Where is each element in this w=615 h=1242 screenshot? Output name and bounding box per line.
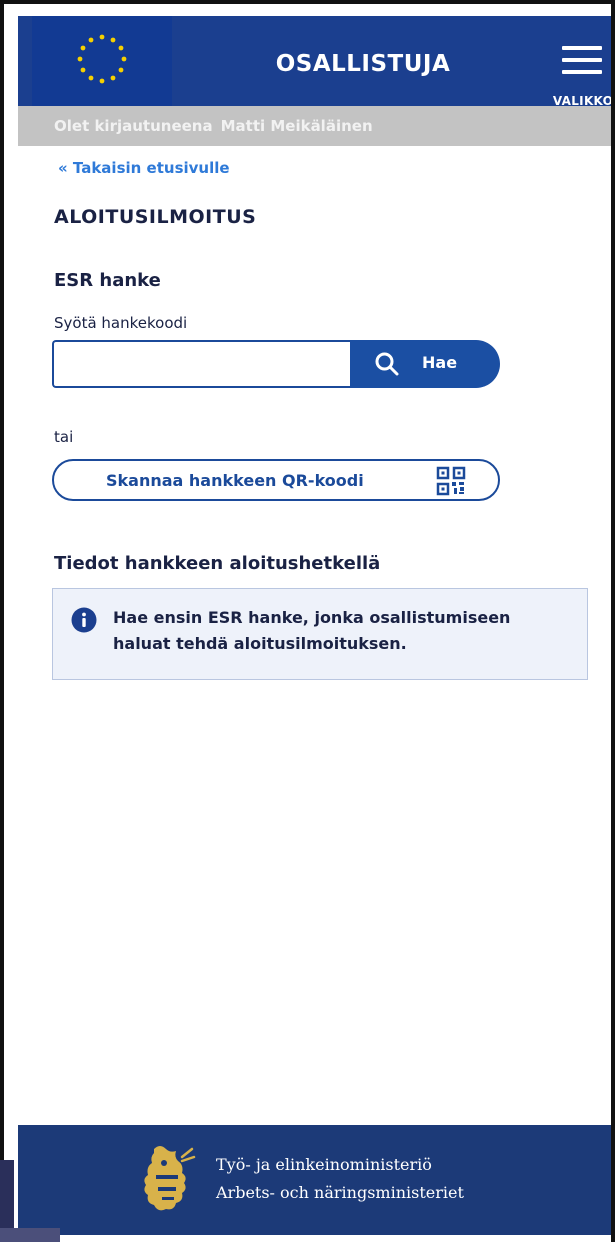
project-search-row: Hae (52, 340, 500, 388)
info-notice-box: Hae ensin ESR hanke, jonka osallistumise… (52, 588, 588, 680)
scan-qr-button[interactable]: Skannaa hankkeen QR-koodi (52, 459, 500, 501)
qr-code-icon (436, 466, 466, 496)
back-to-home-link[interactable]: « Takaisin etusivulle (58, 159, 230, 177)
window-bottom-shadow (0, 1228, 60, 1242)
ministry-name-sv: Arbets- och näringsministeriet (216, 1183, 464, 1202)
project-code-label: Syötä hankekoodi (54, 314, 188, 332)
ministry-footer: Työ- ja elinkeinoministeriö Arbets- och … (18, 1125, 611, 1235)
search-button[interactable]: Hae (350, 340, 500, 388)
menu-button[interactable]: VALIKKO (542, 40, 611, 112)
logged-in-prefix: Olet kirjautuneena (54, 117, 213, 135)
or-separator-text: tai (54, 428, 74, 446)
project-code-input[interactable] (52, 340, 352, 388)
ministry-name-fi: Työ- ja elinkeinoministeriö (216, 1155, 432, 1174)
ministry-lion-logo (144, 1146, 196, 1211)
info-icon (71, 607, 97, 633)
info-notice-text: Hae ensin ESR hanke, jonka osallistumise… (113, 608, 511, 653)
search-icon (375, 352, 399, 376)
app-frame: OSALLISTUJA VALIKKO Olet kirjautuneena Ma… (0, 0, 615, 1242)
search-button-label: Hae (422, 353, 458, 372)
logged-in-user-name: Matti Meikäläinen (220, 117, 373, 135)
eu-flag-icon (32, 16, 172, 106)
page-title: ALOITUSILMOITUS (54, 206, 257, 228)
esr-project-heading: ESR hanke (54, 270, 161, 291)
project-info-heading: Tiedot hankkeen aloitushetkellä (54, 553, 381, 574)
app-title: OSALLISTUJA (275, 51, 451, 77)
app-header: OSALLISTUJA VALIKKO (18, 16, 611, 108)
ministry-names: Työ- ja elinkeinoministeriö Arbets- och … (216, 1151, 464, 1207)
logged-in-bar: Olet kirjautuneena Matti Meikäläinen (18, 106, 611, 146)
scan-qr-label: Skannaa hankkeen QR-koodi (106, 471, 364, 490)
hamburger-menu-icon (562, 46, 602, 76)
